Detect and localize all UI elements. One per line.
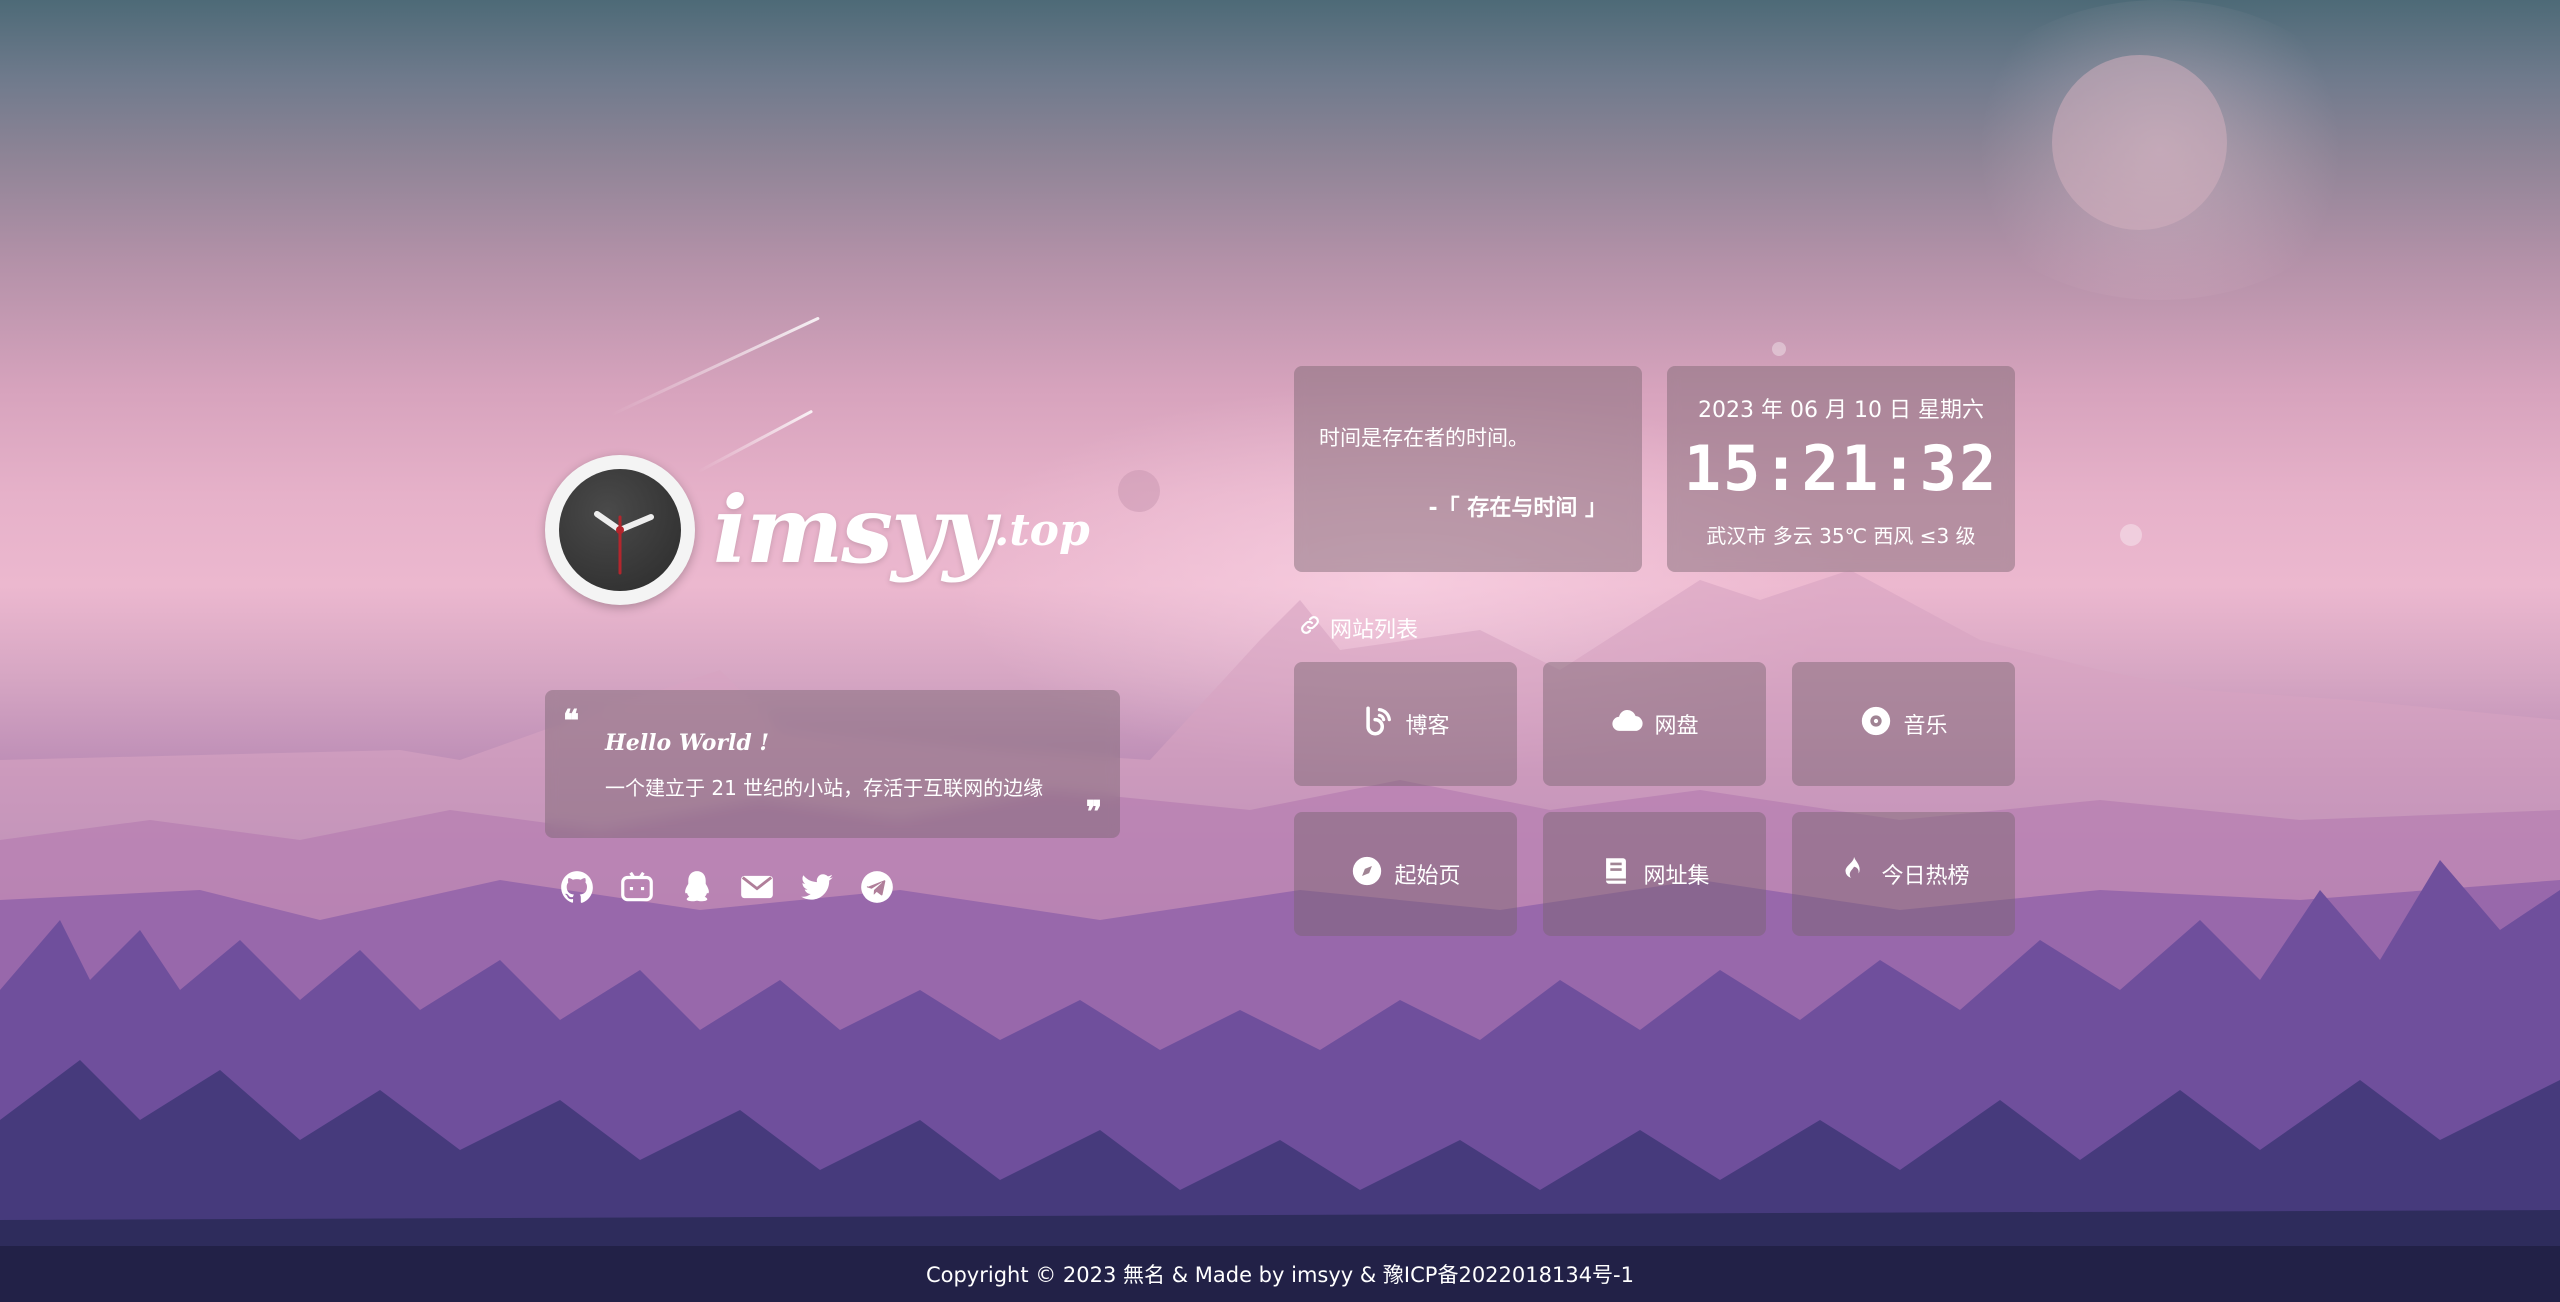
- compass-icon: [1350, 854, 1384, 894]
- hitokoto-source: -「 存在与时间 」: [1428, 496, 1607, 521]
- background-scene: [0, 0, 2560, 1302]
- star: [2120, 524, 2142, 546]
- logo-text: imsyy: [713, 476, 996, 584]
- mail-icon[interactable]: [738, 868, 776, 910]
- site-button-label: 音乐: [1903, 714, 1948, 739]
- intro-card[interactable]: ❝ Hello World ! 一个建立于 21 世纪的小站，存活于互联网的边缘…: [545, 690, 1120, 838]
- site-button-hotlist[interactable]: 今日热榜: [1792, 812, 2015, 936]
- qq-icon[interactable]: [678, 868, 716, 910]
- github-icon[interactable]: [558, 868, 596, 910]
- blog-icon: [1361, 704, 1395, 744]
- sun: [2052, 55, 2227, 230]
- star: [1772, 342, 1786, 356]
- weather-text: 武汉市 多云 35℃ 西风 ≤3 级: [1706, 524, 1976, 548]
- clock-logo-icon: [545, 455, 695, 605]
- quote-open-icon: ❝: [563, 704, 580, 739]
- intro-hello: Hello World !: [605, 730, 770, 756]
- fire-icon: [1837, 854, 1871, 894]
- date-text: 2023 年 06 月 10 日 星期六: [1698, 398, 1984, 423]
- bilibili-icon[interactable]: [618, 868, 656, 910]
- hitokoto-card[interactable]: 时间是存在者的时间。 -「 存在与时间 」: [1294, 366, 1642, 572]
- site-button-label: 博客: [1405, 714, 1450, 739]
- mountains-and-forest: [0, 570, 2560, 1302]
- book-icon: [1599, 854, 1633, 894]
- site-list-title: 网站列表: [1298, 612, 1418, 644]
- meteor: [610, 316, 820, 417]
- site-button-label: 今日热榜: [1881, 864, 1970, 889]
- site-button-label: 网址集: [1643, 864, 1710, 889]
- time-display: 15:21:32: [1683, 432, 1999, 505]
- site-button-bookmarks[interactable]: 网址集: [1543, 812, 1766, 936]
- site-button-music[interactable]: 音乐: [1792, 662, 2015, 786]
- planet: [1118, 470, 1160, 512]
- twitter-icon[interactable]: [798, 868, 836, 910]
- hitokoto-text: 时间是存在者的时间。: [1319, 426, 1529, 450]
- link-icon: [1298, 613, 1322, 643]
- music-icon: [1859, 704, 1893, 744]
- social-links: [558, 868, 896, 910]
- telegram-icon[interactable]: [858, 868, 896, 910]
- logo-suffix: .top: [994, 504, 1090, 556]
- site-button-label: 起始页: [1394, 864, 1461, 889]
- site-button-blog[interactable]: 博客: [1294, 662, 1517, 786]
- cloud-icon: [1610, 704, 1644, 744]
- intro-text: 一个建立于 21 世纪的小站，存活于互联网的边缘: [605, 776, 1044, 800]
- site-button-label: 网盘: [1654, 714, 1699, 739]
- quote-close-icon: ❞: [1085, 795, 1102, 830]
- footer: Copyright © 2023 無名 & Made by imsyy & 豫I…: [0, 1246, 2560, 1302]
- site-button-startpage[interactable]: 起始页: [1294, 812, 1517, 936]
- site-button-cloud[interactable]: 网盘: [1543, 662, 1766, 786]
- site-list-label: 网站列表: [1330, 618, 1419, 643]
- copyright-text[interactable]: Copyright © 2023 無名 & Made by imsyy & 豫I…: [926, 1259, 1634, 1289]
- time-weather-card: 2023 年 06 月 10 日 星期六 15:21:32 武汉市 多云 35℃…: [1667, 366, 2015, 572]
- site-logo[interactable]: imsyy .top: [545, 455, 1090, 605]
